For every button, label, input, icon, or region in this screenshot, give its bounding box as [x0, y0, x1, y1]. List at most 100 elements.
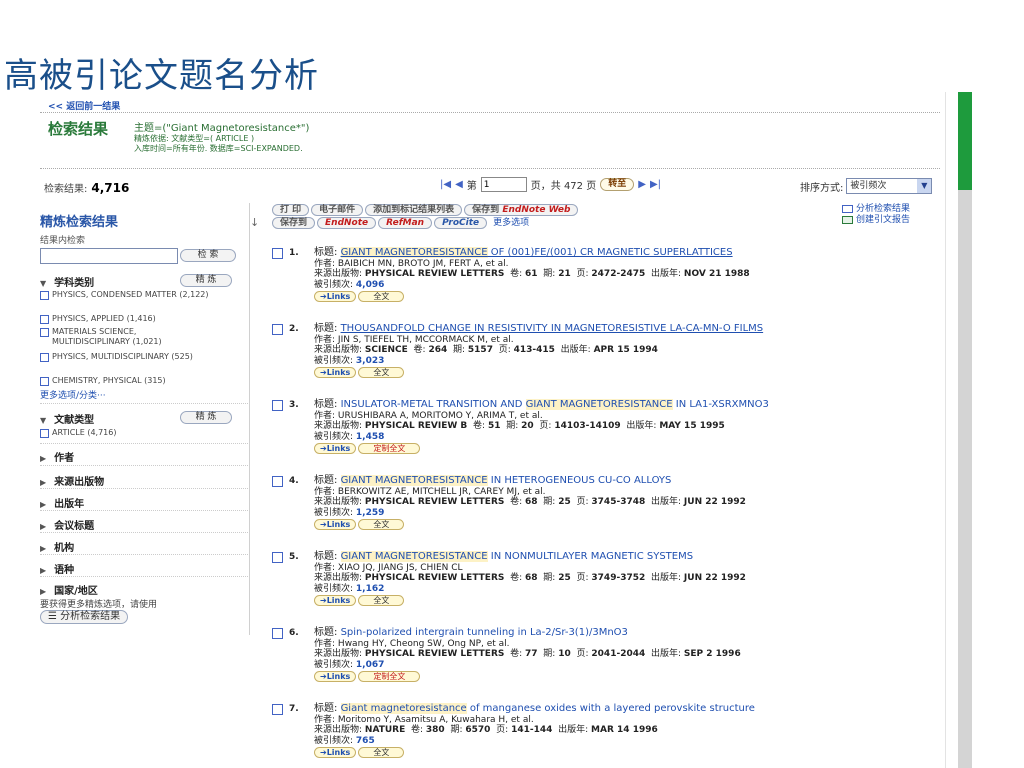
collapsed-section[interactable]: ▶ 语种 — [40, 561, 74, 576]
add-marked-list-button[interactable]: 添加到标记结果列表 — [365, 204, 463, 216]
doctype-section[interactable]: ▼ 文献类型 — [40, 411, 94, 426]
scrollbar-thumb[interactable] — [958, 92, 972, 190]
collapsed-section[interactable]: ▶ 会议标题 — [40, 517, 94, 532]
chevron-down-icon[interactable]: ▼ — [917, 179, 932, 193]
record-title-link[interactable]: GIANT MAGNETORESISTANCE OF (001)FE/(001)… — [340, 247, 733, 258]
more-options-link[interactable]: 更多选项/分类··· — [40, 388, 106, 401]
arrow-right-icon: ➔ — [320, 748, 327, 757]
collapsed-section[interactable]: ▶ 出版年 — [40, 495, 84, 510]
record-checkbox[interactable] — [272, 628, 283, 639]
links-button[interactable]: ➔Links — [314, 747, 357, 758]
subject-option[interactable]: CHEMISTRY, PHYSICAL (315) — [40, 376, 166, 386]
record-number: 7. — [289, 704, 299, 714]
print-button[interactable]: 打 印 — [272, 204, 310, 216]
checkbox[interactable] — [40, 291, 49, 300]
collapsed-section[interactable]: ▶ 国家/地区 — [40, 582, 98, 597]
refine-button[interactable]: 精 炼 — [180, 274, 232, 287]
doctype-option[interactable]: ARTICLE (4,716) — [40, 428, 116, 438]
record-title-link[interactable]: Giant magnetoresistance of manganese oxi… — [340, 703, 755, 714]
record-source: SCIENCE — [364, 345, 408, 355]
collapsed-section[interactable]: ▶ 机构 — [40, 539, 74, 554]
within-search-button[interactable]: 检 索 — [180, 249, 236, 262]
links-button[interactable]: ➔Links — [314, 367, 357, 378]
checkbox[interactable] — [40, 429, 49, 438]
record-title-link[interactable]: Spin-polarized intergrain tunneling in L… — [341, 627, 628, 638]
record-checkbox[interactable] — [272, 248, 283, 259]
record-title-link[interactable]: INSULATOR-METAL TRANSITION AND GIANT MAG… — [341, 399, 769, 410]
record-title-link[interactable]: THOUSANDFOLD CHANGE IN RESISTIVITY IN MA… — [341, 323, 764, 334]
scrollbar[interactable] — [958, 92, 972, 768]
record-checkbox[interactable] — [272, 704, 283, 715]
links-button[interactable]: ➔Links — [314, 443, 357, 454]
fulltext-button[interactable]: 全文 — [358, 367, 405, 378]
record-number: 2. — [289, 324, 299, 334]
within-search-input[interactable] — [40, 248, 178, 264]
record-title-link[interactable]: GIANT MAGNETORESISTANCE IN HETEROGENEOUS… — [340, 475, 671, 486]
record-checkbox[interactable] — [272, 476, 283, 487]
result-record: 1. 标题: GIANT MAGNETORESISTANCE OF (001)F… — [272, 245, 940, 321]
record-cites[interactable]: 1,259 — [356, 508, 384, 518]
result-record: 3. 标题: INSULATOR-METAL TRANSITION AND GI… — [272, 397, 940, 473]
page-total: 页，共 472 页 — [530, 181, 597, 192]
checkbox[interactable] — [40, 315, 49, 324]
record-cites[interactable]: 3,023 — [356, 356, 384, 366]
subject-option[interactable]: PHYSICS, APPLIED (1,416) — [40, 314, 156, 324]
collapsed-section[interactable]: ▶ 来源出版物 — [40, 473, 104, 488]
save-endnote-web-button[interactable]: 保存到 EndNote Web — [464, 204, 579, 216]
record-cites[interactable]: 1,067 — [356, 660, 384, 670]
subject-option[interactable]: MATERIALS SCIENCE, MULTIDISCIPLINARY (1,… — [40, 327, 212, 347]
record-checkbox[interactable] — [272, 552, 283, 563]
first-page-icon[interactable]: |◀ — [440, 179, 451, 190]
sort-select[interactable]: 被引频次 ▼ — [846, 178, 933, 194]
procite-button[interactable]: ProCite — [434, 217, 488, 229]
fulltext-button[interactable]: 定制全文 — [358, 443, 421, 454]
subject-option[interactable]: PHYSICS, MULTIDISCIPLINARY (525) — [40, 352, 212, 362]
next-page-icon[interactable]: ▶ — [638, 179, 646, 190]
analyze-results-link[interactable]: 分析检索结果 — [842, 204, 910, 215]
query-text: 主题=("Giant Magnetoresistance*") — [134, 123, 310, 134]
page-input[interactable] — [480, 177, 527, 192]
citation-report-link[interactable]: 创建引文报告 — [842, 215, 910, 226]
record-authors: BAIBICH MN, BROTO JM, FERT A, et al. — [337, 258, 509, 269]
record-source: PHYSICAL REVIEW LETTERS — [364, 649, 505, 659]
record-checkbox[interactable] — [272, 324, 283, 335]
fulltext-button[interactable]: 全文 — [358, 519, 405, 530]
checkbox[interactable] — [40, 353, 49, 362]
fulltext-button[interactable]: 全文 — [358, 291, 405, 302]
arrow-right-icon: ➔ — [320, 292, 327, 301]
links-button[interactable]: ➔Links — [314, 519, 357, 530]
last-page-icon[interactable]: ▶| — [650, 179, 661, 190]
refine-button[interactable]: 精 炼 — [180, 411, 232, 424]
record-cites[interactable]: 1,458 — [356, 432, 384, 442]
record-checkbox[interactable] — [272, 400, 283, 411]
triangle-right-icon: ▶ — [40, 454, 47, 463]
record-title-link[interactable]: GIANT MAGNETORESISTANCE IN NONMULTILAYER… — [340, 551, 693, 562]
record-source: NATURE — [364, 725, 406, 735]
collapsed-section[interactable]: ▶ 作者 — [40, 449, 74, 464]
back-link[interactable]: << 返回前一结果 — [48, 99, 120, 112]
record-number: 3. — [289, 400, 299, 410]
more-options-link[interactable]: 更多选项 — [493, 217, 529, 229]
endnote-button[interactable]: EndNote — [317, 217, 377, 229]
divider — [40, 510, 248, 511]
checkbox[interactable] — [40, 377, 49, 386]
go-button[interactable]: 转至 — [600, 178, 635, 191]
fulltext-button[interactable]: 全文 — [358, 747, 405, 758]
email-button[interactable]: 电子邮件 — [311, 204, 364, 216]
checkbox[interactable] — [40, 328, 49, 337]
prev-page-icon[interactable]: ◀ — [455, 179, 463, 190]
links-button[interactable]: ➔Links — [314, 291, 357, 302]
record-number: 6. — [289, 628, 299, 638]
fulltext-button[interactable]: 定制全文 — [358, 671, 421, 682]
subject-section[interactable]: ▼ 学科类别 — [40, 274, 94, 289]
record-cites[interactable]: 1,162 — [356, 584, 384, 594]
links-button[interactable]: ➔Links — [314, 671, 357, 682]
record-cites[interactable]: 765 — [356, 736, 375, 746]
fulltext-button[interactable]: 全文 — [358, 595, 405, 606]
divider — [40, 554, 248, 555]
analyze-results-button[interactable]: ☰ 分析检索结果 — [40, 610, 129, 624]
links-button[interactable]: ➔Links — [314, 595, 357, 606]
subject-option[interactable]: PHYSICS, CONDENSED MATTER (2,122) — [40, 290, 222, 300]
refman-button[interactable]: RefMan — [378, 217, 433, 229]
record-cites[interactable]: 4,096 — [356, 280, 384, 290]
